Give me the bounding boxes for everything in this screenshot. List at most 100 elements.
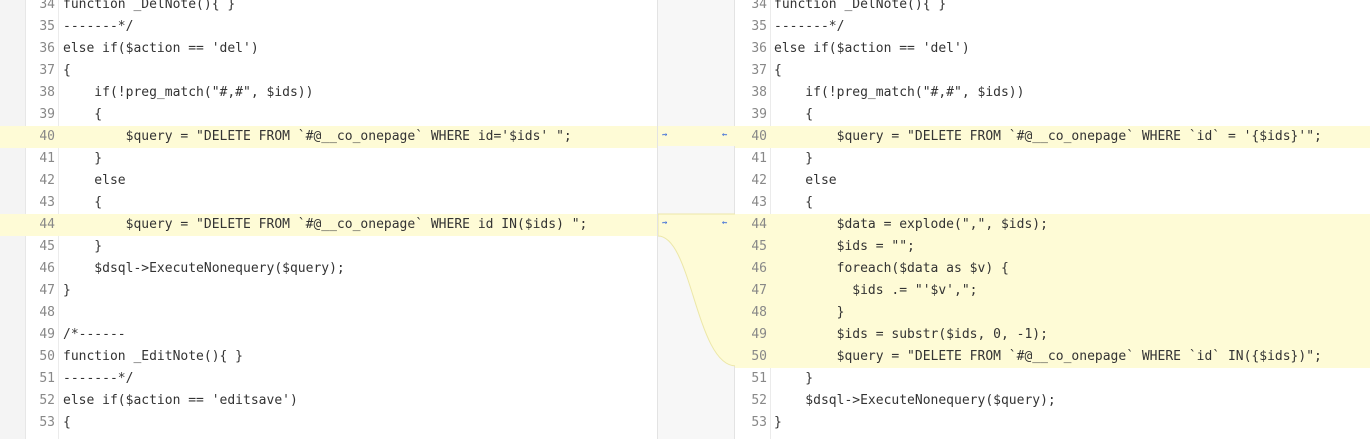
diff-connector: ⇝ ⇜ ⇝ ⇜ <box>657 0 736 439</box>
code-line[interactable]: 42 else <box>735 170 1370 192</box>
line-code: $ids .= "'$v',"; <box>774 283 978 298</box>
line-code: } <box>774 151 814 166</box>
code-line[interactable]: 53 { <box>0 412 657 434</box>
line-code: { <box>63 107 103 122</box>
line-code: else if($action == 'editsave') <box>63 393 298 408</box>
line-code: function _DelNote(){ } <box>774 0 947 12</box>
right-code-pane[interactable]: 34 function _DelNote(){ } 35 -------*/ 36 els… <box>735 0 1370 439</box>
line-code: $dsql->ExecuteNonequery($query); <box>774 393 1056 408</box>
line-code: } <box>63 283 71 298</box>
code-line[interactable]: 49 /*------ <box>0 324 657 346</box>
line-number: 37 <box>39 63 55 78</box>
line-code: { <box>774 107 814 122</box>
code-line[interactable]: 44 $query = "DELETE FROM `#@__co_onepage… <box>0 214 657 236</box>
line-code: $ids = substr($ids, 0, -1); <box>774 327 1048 342</box>
line-number: 48 <box>39 305 55 320</box>
code-line[interactable]: 41 } <box>735 148 1370 170</box>
line-number: 52 <box>39 393 55 408</box>
line-number: 50 <box>39 349 55 364</box>
line-number: 38 <box>39 85 55 100</box>
line-number: 37 <box>751 63 767 78</box>
code-line[interactable]: 52 else if($action == 'editsave') <box>0 390 657 412</box>
line-number: 52 <box>751 393 767 408</box>
code-line[interactable]: 50 function _EditNote(){ } <box>0 346 657 368</box>
code-line[interactable]: 39 { <box>0 104 657 126</box>
line-number: 47 <box>751 283 767 298</box>
code-line[interactable]: 38 if(!preg_match("#,#", $ids)) <box>735 82 1370 104</box>
code-line[interactable]: 48 } <box>735 302 1370 324</box>
code-line[interactable]: 46 $dsql->ExecuteNonequery($query); <box>0 258 657 280</box>
line-code: $dsql->ExecuteNonequery($query); <box>63 261 345 276</box>
line-number: 45 <box>751 239 767 254</box>
code-line[interactable]: 37 { <box>0 60 657 82</box>
line-number: 41 <box>751 151 767 166</box>
line-number: 40 <box>751 129 767 144</box>
code-line[interactable]: 40 $query = "DELETE FROM `#@__co_onepage… <box>0 126 657 148</box>
line-code: function _EditNote(){ } <box>63 349 244 364</box>
line-number: 39 <box>39 107 55 122</box>
line-code: } <box>774 371 814 386</box>
line-code: } <box>774 415 782 430</box>
line-number: 36 <box>39 41 55 56</box>
code-line[interactable]: 45 $ids = ""; <box>735 236 1370 258</box>
code-line[interactable]: 47} <box>0 280 657 302</box>
line-number: 44 <box>39 217 55 232</box>
apply-right-arrow-icon[interactable]: ⇝ <box>662 218 667 228</box>
line-number: 43 <box>751 195 767 210</box>
line-number: 34 <box>751 0 767 12</box>
apply-left-arrow-icon[interactable]: ⇜ <box>722 218 727 228</box>
code-line[interactable]: 49 $ids = substr($ids, 0, -1); <box>735 324 1370 346</box>
line-number: 42 <box>39 173 55 188</box>
code-line[interactable]: 44 $data = explode(",", $ids); <box>735 214 1370 236</box>
line-code: function _DelNote(){ } <box>63 0 236 12</box>
code-line[interactable]: 35 -------*/ <box>0 16 657 38</box>
line-code: { <box>774 63 782 78</box>
code-line[interactable]: 42 else <box>0 170 657 192</box>
apply-right-arrow-icon[interactable]: ⇝ <box>662 130 667 140</box>
connector-band-44 <box>658 213 736 367</box>
line-number: 53 <box>39 415 55 430</box>
line-number: 39 <box>751 107 767 122</box>
code-line[interactable]: 50 $query = "DELETE FROM `#@__co_onepage… <box>735 346 1370 368</box>
line-code: -------*/ <box>63 371 134 386</box>
code-line[interactable]: 52 $dsql->ExecuteNonequery($query); <box>735 390 1370 412</box>
code-line[interactable]: 40 $query = "DELETE FROM `#@__co_onepage… <box>735 126 1370 148</box>
code-line[interactable]: 45 } <box>0 236 657 258</box>
line-number: 46 <box>39 261 55 276</box>
apply-left-arrow-icon[interactable]: ⇜ <box>722 130 727 140</box>
line-number: 53 <box>751 415 767 430</box>
code-line[interactable]: 39 { <box>735 104 1370 126</box>
code-line[interactable]: 43 { <box>735 192 1370 214</box>
code-line[interactable]: 41 } <box>0 148 657 170</box>
line-number: 35 <box>751 19 767 34</box>
line-number: 47 <box>39 283 55 298</box>
code-line[interactable]: 38 if(!preg_match("#,#", $ids)) <box>0 82 657 104</box>
line-code: else if($action == 'del') <box>63 41 259 56</box>
line-code: } <box>63 239 103 254</box>
code-line[interactable]: 53} <box>735 412 1370 434</box>
code-line[interactable]: 34 function _DelNote(){ } <box>0 0 657 16</box>
code-line[interactable]: 47 $ids .= "'$v',"; <box>735 280 1370 302</box>
line-code: $query = "DELETE FROM `#@__co_onepage` W… <box>63 129 572 144</box>
line-code: -------*/ <box>774 19 845 34</box>
code-line[interactable]: 36 else if($action == 'del') <box>735 38 1370 60</box>
line-number: 49 <box>39 327 55 342</box>
code-line[interactable]: 48 <box>0 302 657 324</box>
code-line[interactable]: 43 { <box>0 192 657 214</box>
line-code: else if($action == 'del') <box>774 41 970 56</box>
line-number: 42 <box>751 173 767 188</box>
line-code: } <box>63 151 103 166</box>
left-code-pane[interactable]: 34 function _DelNote(){ } 35 -------*/ 36 els… <box>0 0 657 439</box>
code-line[interactable]: 35 -------*/ <box>735 16 1370 38</box>
code-line[interactable]: 37 { <box>735 60 1370 82</box>
line-code: /*------ <box>63 327 126 342</box>
code-line[interactable]: 51 } <box>735 368 1370 390</box>
line-code: -------*/ <box>63 19 134 34</box>
code-line[interactable]: 46 foreach($data as $v) { <box>735 258 1370 280</box>
line-number: 40 <box>39 129 55 144</box>
line-number: 41 <box>39 151 55 166</box>
line-number: 36 <box>751 41 767 56</box>
code-line[interactable]: 34 function _DelNote(){ } <box>735 0 1370 16</box>
code-line[interactable]: 36 else if($action == 'del') <box>0 38 657 60</box>
code-line[interactable]: 51 -------*/ <box>0 368 657 390</box>
